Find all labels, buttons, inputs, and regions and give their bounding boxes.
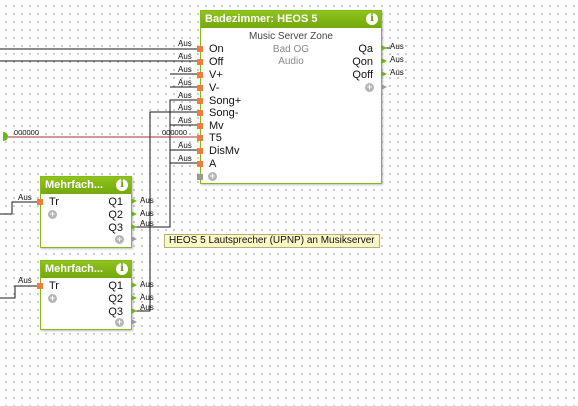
wire-label-vplus: Aus	[178, 65, 192, 74]
output-port-add[interactable]	[131, 236, 137, 242]
wire-label-mf1-q3: Aus	[140, 219, 154, 228]
output-port-q3[interactable]	[131, 224, 137, 230]
heos-room-label: Bad OG	[272, 44, 310, 55]
wire-mf2-tr[interactable]	[0, 285, 37, 299]
wire-label-mf1-tr: Aus	[18, 193, 32, 202]
output-qoff: Qoff	[352, 69, 373, 81]
output-q1: Q1	[108, 280, 123, 292]
wire-label-on: Aus	[178, 39, 192, 48]
input-port-vminus[interactable]	[197, 85, 203, 91]
add-connector-icon[interactable]: +	[365, 83, 374, 92]
input-tr: Tr	[49, 196, 59, 208]
mehrfach-block-1[interactable]: Mehrfach... i Tr + Q1 Q2 Q3 +	[37, 176, 137, 248]
heos-music-server-block[interactable]: Badezimmer: HEOS 5 i Music Server Zone B…	[197, 10, 387, 184]
output-qa: Qa	[358, 43, 373, 55]
output-port-qon[interactable]	[381, 58, 387, 64]
wire-label-qoff: Aus	[390, 68, 404, 77]
output-q2: Q2	[108, 293, 123, 305]
wire-label-mf2-tr: Aus	[18, 276, 32, 285]
output-qon: Qon	[352, 56, 373, 68]
input-port-on[interactable]	[197, 46, 203, 52]
wire-label-qon: Aus	[390, 55, 404, 64]
info-icon[interactable]: i	[116, 179, 128, 191]
add-connector-icon[interactable]: +	[48, 294, 57, 303]
input-tr: Tr	[49, 280, 59, 292]
input-a: A	[209, 158, 217, 170]
output-port-add[interactable]	[131, 319, 137, 325]
heos-block-subtitle: Music Server Zone	[249, 31, 333, 42]
input-songminus: Song-	[209, 107, 239, 119]
output-port-q3[interactable]	[131, 308, 137, 314]
output-port-qa[interactable]	[381, 45, 387, 51]
output-q3: Q3	[108, 222, 123, 234]
input-port-songminus[interactable]	[197, 110, 203, 116]
wire-label-dismv: Aus	[178, 141, 192, 150]
wire-label-mf2-q2: Aus	[140, 293, 154, 302]
input-songplus: Song+	[209, 95, 242, 107]
wire-label-mv: Aus	[178, 116, 192, 125]
heos-block-title[interactable]: Badezimmer: HEOS 5	[201, 11, 381, 28]
output-q2: Q2	[108, 209, 123, 221]
input-port-a[interactable]	[197, 161, 203, 167]
input-port-mv[interactable]	[197, 123, 203, 129]
input-vplus: V+	[209, 69, 223, 81]
wire-label-a: Aus	[178, 154, 192, 163]
output-port-add[interactable]	[381, 84, 387, 90]
input-off: Off	[209, 56, 224, 68]
input-port-songplus[interactable]	[197, 98, 203, 104]
input-port-tr[interactable]	[37, 199, 43, 205]
wire-label-mf1-q2: Aus	[140, 209, 154, 218]
wire-label-left: 000000	[14, 128, 40, 137]
comment-note[interactable]: HEOS 5 Lautsprecher (UPNP) an Musikserve…	[164, 234, 380, 248]
info-icon[interactable]: i	[116, 263, 128, 275]
wire-label-t5: 000000	[162, 128, 188, 137]
wire-label-mf2-q3: Aus	[140, 303, 154, 312]
output-q1: Q1	[108, 196, 123, 208]
output-port-q1[interactable]	[131, 198, 137, 204]
wire-label-vminus: Aus	[178, 78, 192, 87]
wire-label-songplus: Aus	[178, 91, 192, 100]
wire-label-qa: Aus	[390, 42, 404, 51]
wire-label-songminus: Aus	[178, 103, 192, 112]
input-port-add[interactable]	[197, 174, 203, 180]
add-connector-icon[interactable]: +	[115, 235, 124, 244]
info-icon[interactable]: i	[366, 13, 378, 25]
output-port-q2[interactable]	[131, 211, 137, 217]
output-port-q1[interactable]	[131, 282, 137, 288]
input-dismv: DisMv	[209, 145, 240, 157]
input-mv: Mv	[209, 120, 224, 132]
input-on: On	[209, 43, 224, 55]
add-connector-icon[interactable]: +	[115, 318, 124, 327]
input-port-tr[interactable]	[37, 283, 43, 289]
wire-label-off: Aus	[178, 52, 192, 61]
wire-label-mf2-q1: Aus	[140, 280, 154, 289]
output-port-qoff[interactable]	[381, 71, 387, 77]
output-port-q2[interactable]	[131, 295, 137, 301]
input-vminus: V-	[209, 82, 220, 94]
input-port-t5[interactable]	[197, 135, 203, 141]
wire-label-mf1-q1: Aus	[140, 196, 154, 205]
input-port-dismv[interactable]	[197, 148, 203, 154]
add-connector-icon[interactable]: +	[208, 172, 217, 181]
input-port-vplus[interactable]	[197, 72, 203, 78]
input-t5: T5	[209, 132, 222, 144]
input-port-off[interactable]	[197, 59, 203, 65]
wire-mf1-tr[interactable]	[0, 201, 37, 215]
mehrfach-block-2[interactable]: Mehrfach... i Tr + Q1 Q2 Q3 +	[37, 260, 137, 330]
add-connector-icon[interactable]: +	[48, 210, 57, 219]
